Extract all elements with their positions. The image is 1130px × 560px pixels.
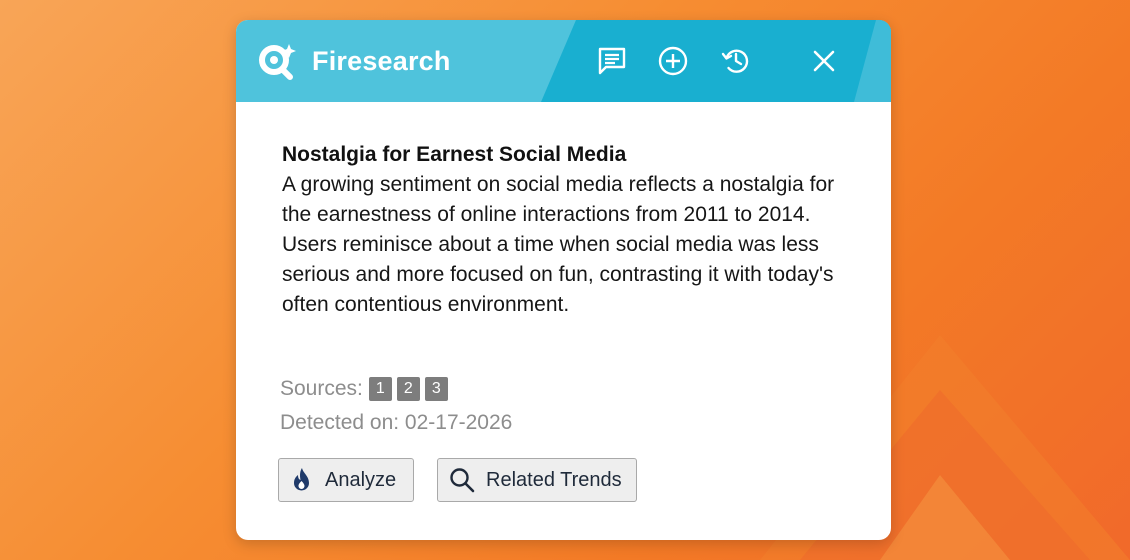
chat-icon [596, 45, 628, 77]
sources-row: Sources: 1 2 3 [280, 372, 512, 406]
analyze-label: Analyze [325, 468, 397, 491]
source-badge-1[interactable]: 1 [368, 377, 392, 401]
trend-content: Nostalgia for Earnest Social Media A gro… [282, 140, 862, 320]
history-button[interactable] [717, 42, 755, 80]
source-badge-2[interactable]: 2 [396, 377, 420, 401]
add-button[interactable] [654, 42, 692, 80]
trend-title: Nostalgia for Earnest Social Media [282, 143, 627, 166]
close-button[interactable] [805, 42, 843, 80]
brand: Firesearch [256, 40, 451, 82]
sources-label: Sources: [280, 377, 363, 400]
flame-icon [289, 466, 315, 494]
trend-meta: Sources: 1 2 3 Detected on: 02-17-2026 [280, 372, 512, 440]
source-badge-3[interactable]: 3 [424, 377, 448, 401]
source-badges: 1 2 3 [368, 377, 453, 401]
analyze-button[interactable]: Analyze [278, 458, 414, 502]
detected-date: Detected on: 02-17-2026 [280, 411, 513, 434]
chat-button[interactable] [593, 42, 631, 80]
close-icon [810, 47, 838, 75]
popup-header: Firesearch [236, 20, 891, 102]
firesearch-logo-icon [256, 40, 298, 82]
related-trends-label: Related Trends [486, 468, 622, 491]
history-icon [720, 45, 752, 77]
trend-popup-card: Firesearch Nostalgia for Earnest Social … [236, 20, 891, 540]
related-trends-button[interactable]: Related Trends [437, 458, 637, 502]
plus-circle-icon [657, 45, 689, 77]
trend-description: A growing sentiment on social media refl… [282, 173, 835, 316]
search-icon [448, 466, 476, 494]
brand-name: Firesearch [312, 45, 451, 76]
